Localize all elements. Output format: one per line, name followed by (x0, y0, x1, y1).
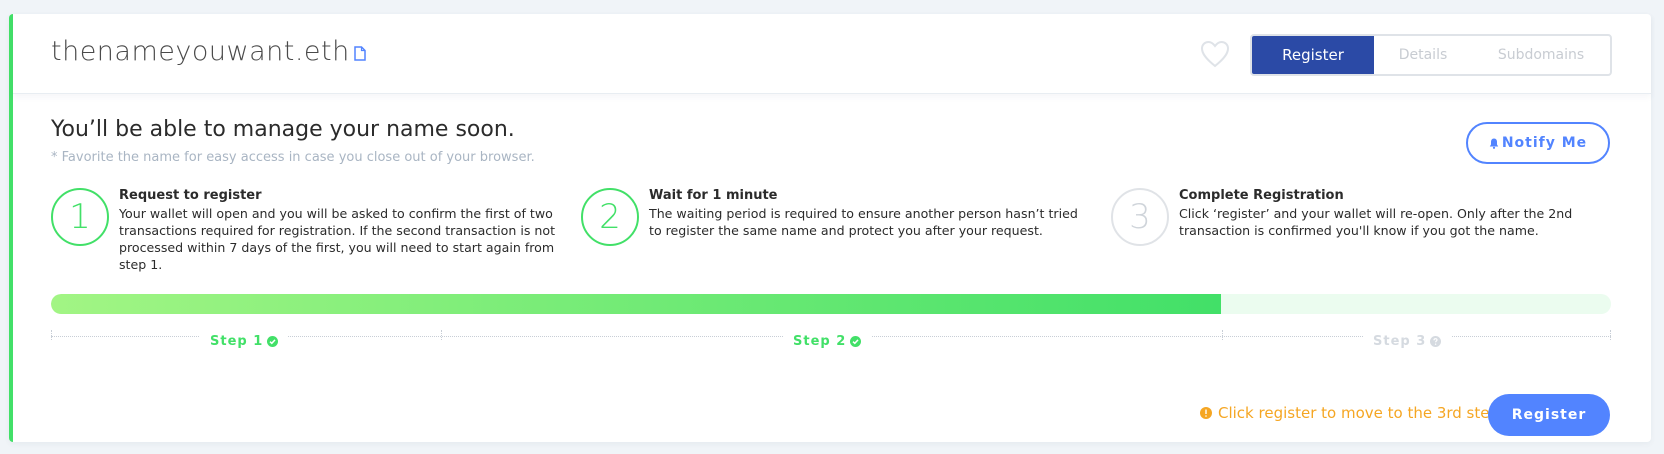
copy-icon[interactable] (353, 46, 366, 61)
heart-icon[interactable] (1200, 40, 1230, 68)
register-hint-text: Click register to move to the 3rd step (1218, 404, 1500, 422)
step-description: Your wallet will open and you will be as… (119, 206, 556, 272)
domain-name: thenameyouwant.eth (51, 36, 350, 67)
tab-subdomains[interactable]: Subdomains (1472, 36, 1610, 74)
step-number-2: 2 (581, 188, 639, 246)
step-number-1: 1 (51, 188, 109, 246)
timeline-tick (51, 330, 52, 340)
step-label-3: Step 3 (1363, 334, 1452, 349)
warning-icon (1200, 407, 1212, 419)
question-circle-icon (1430, 336, 1442, 347)
register-hint: Click register to move to the 3rd step (1200, 404, 1499, 422)
timeline-tick (1610, 330, 1611, 340)
check-circle-icon (850, 336, 862, 347)
name-header: thenameyouwant.eth Register Details Subd… (13, 14, 1651, 94)
notify-me-button[interactable]: Notify Me (1466, 122, 1610, 164)
step-title: Wait for 1 minute (649, 188, 778, 203)
bell-icon (1489, 138, 1499, 149)
page-title: You’ll be able to manage your name soon. (51, 117, 515, 142)
register-button[interactable]: Register (1488, 394, 1610, 436)
registration-card: thenameyouwant.eth Register Details Subd… (9, 14, 1651, 442)
tab-details[interactable]: Details (1374, 36, 1472, 74)
step-label-1: Step 1 (200, 334, 289, 349)
step-label-text: Step 1 (210, 334, 264, 349)
step-title: Request to register (119, 188, 262, 203)
step-label-text: Step 3 (1373, 334, 1427, 349)
check-circle-icon (267, 336, 279, 347)
timeline-tick (1222, 330, 1223, 340)
timeline-tick (441, 330, 442, 340)
tab-register[interactable]: Register (1252, 36, 1374, 74)
step-description: Click ‘register’ and your wallet will re… (1179, 206, 1573, 238)
step-label-2: Step 2 (783, 334, 872, 349)
domain-title: thenameyouwant.eth (51, 36, 366, 67)
step-label-text: Step 2 (793, 334, 847, 349)
name-tabs: Register Details Subdomains (1250, 34, 1612, 76)
progress-bar (51, 294, 1611, 314)
step-description: The waiting period is required to ensure… (649, 206, 1078, 238)
step-title: Complete Registration (1179, 188, 1344, 203)
notify-me-label: Notify Me (1501, 135, 1588, 151)
progress-fill (51, 294, 1221, 314)
step-number-3: 3 (1111, 188, 1169, 246)
favorite-hint: * Favorite the name for easy access in c… (51, 150, 535, 165)
